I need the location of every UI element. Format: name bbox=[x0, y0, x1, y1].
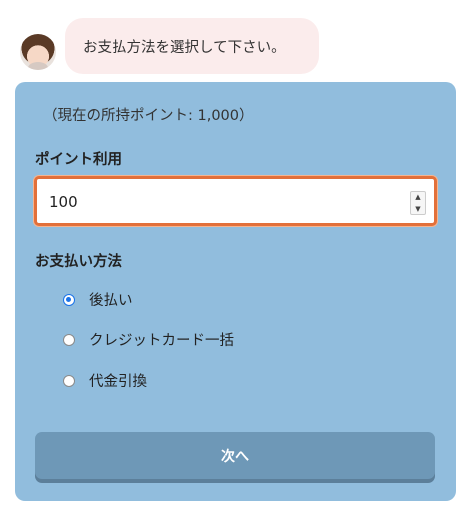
points-input[interactable] bbox=[47, 179, 391, 225]
payment-option-deferred[interactable]: 後払い bbox=[63, 289, 133, 310]
chat-bubble: お支払方法を選択して下さい。 bbox=[65, 18, 319, 74]
payment-option-label[interactable]: クレジットカード一括 bbox=[89, 329, 234, 350]
payment-method-label: お支払い方法 bbox=[35, 254, 122, 270]
payment-form-card: （現在の所持ポイント: 1,000） ポイント利用 ▲ ▼ お支払い方法 後払い… bbox=[15, 82, 456, 501]
payment-option-label[interactable]: 後払い bbox=[89, 289, 133, 310]
payment-option-label[interactable]: 代金引換 bbox=[89, 370, 147, 391]
spinner-up-icon[interactable]: ▲ bbox=[415, 192, 420, 202]
spinner-down-icon[interactable]: ▼ bbox=[415, 204, 420, 214]
payment-option-credit-card[interactable]: クレジットカード一括 bbox=[63, 329, 234, 350]
chat-message: お支払方法を選択して下さい。 bbox=[83, 39, 286, 56]
radio-cod[interactable] bbox=[63, 374, 75, 387]
operator-avatar bbox=[20, 34, 56, 70]
next-button[interactable]: 次へ bbox=[35, 432, 435, 479]
points-use-label: ポイント利用 bbox=[35, 152, 122, 168]
number-spinner[interactable]: ▲ ▼ bbox=[410, 191, 426, 215]
points-input-wrapper[interactable]: ▲ ▼ bbox=[34, 176, 437, 226]
radio-deferred[interactable] bbox=[63, 293, 75, 306]
payment-option-cod[interactable]: 代金引換 bbox=[63, 370, 147, 391]
radio-credit-card[interactable] bbox=[63, 333, 75, 346]
current-points-text: （現在の所持ポイント: 1,000） bbox=[43, 108, 254, 124]
